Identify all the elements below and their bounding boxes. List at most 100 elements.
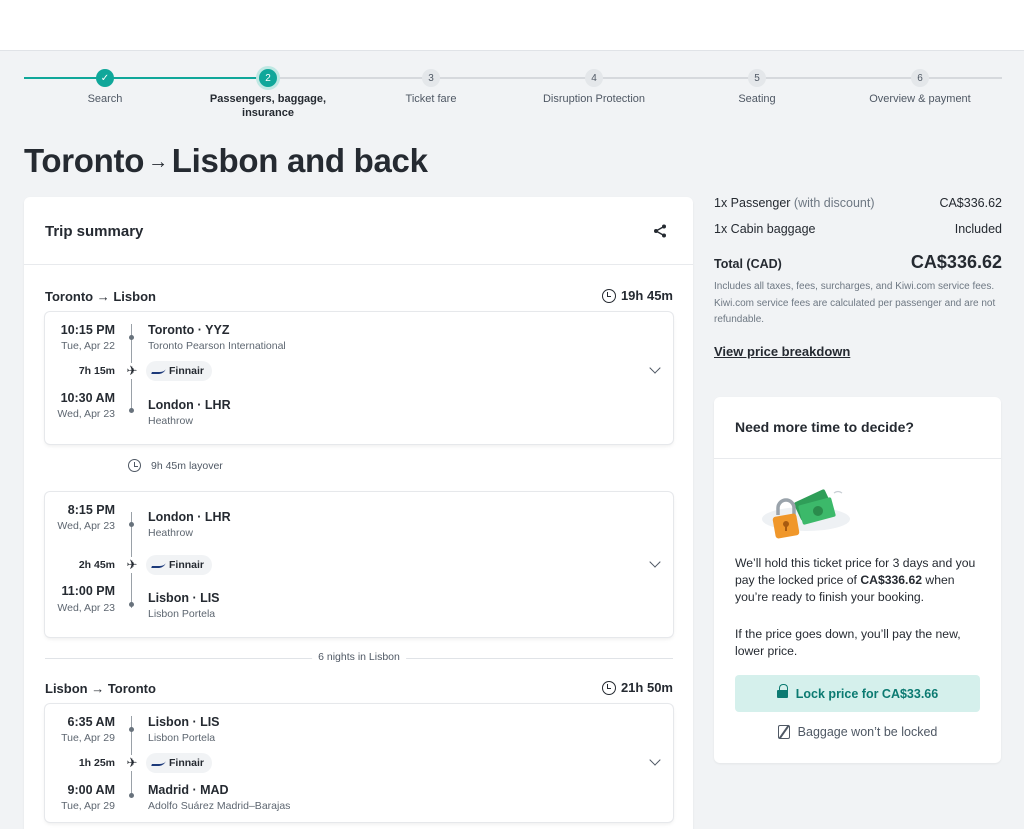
plane-icon: ✈ (125, 755, 139, 771)
step-ticket-fare: 3 Ticket fare (361, 68, 501, 106)
discount-note: (with discount) (793, 196, 875, 210)
price-lock-card: Need more time to decide? We’ll hold thi… (714, 397, 1001, 763)
airline-badge: Finnair (146, 753, 213, 773)
page-title: Toronto → Lisbon and back (24, 142, 428, 180)
airline-name: Finnair (169, 365, 205, 377)
arrival-airport: Heathrow (148, 415, 193, 427)
price-lock-title: Need more time to decide? (735, 419, 914, 435)
arrival-city: Lisbon · LIS (148, 591, 220, 605)
baggage-note-text: Baggage won’t be locked (797, 725, 938, 739)
trip-summary-title: Trip summary (45, 223, 144, 240)
airline-name: Finnair (169, 559, 205, 571)
step-overview-payment: 6 Overview & payment (850, 68, 990, 106)
plane-icon: ✈ (125, 557, 139, 573)
chevron-down-icon[interactable] (649, 754, 661, 766)
passenger-price: CA$336.62 (939, 196, 1002, 210)
baggage-crossed-icon (777, 725, 790, 739)
view-price-breakdown-link[interactable]: View price breakdown (714, 344, 850, 359)
departure-time: 8:15 PM (67, 503, 115, 517)
departure-time: 10:15 PM (60, 323, 115, 337)
lock-icon (776, 684, 788, 699)
stay-divider: 6 nights in Lisbon (45, 651, 673, 665)
step-label: Disruption Protection (542, 93, 646, 105)
departure-city: Toronto · YYZ (148, 323, 230, 337)
step-label: Overview & payment (869, 93, 971, 105)
arrival-date: Wed, Apr 23 (57, 602, 115, 614)
arrival-city: London · LHR (148, 398, 231, 412)
cabin-baggage-label: 1x Cabin baggage (714, 222, 816, 236)
route-dot (129, 408, 134, 413)
departure-city: London · LHR (148, 510, 231, 524)
price-drop-note: If the price goes down, you’ll pay the n… (735, 627, 961, 658)
flight-segment-yyz-lhr[interactable]: 10:15 PM Tue, Apr 22 Toronto · YYZ Toron… (45, 312, 673, 444)
lock-price-button[interactable]: Lock price for CA$33.66 (735, 675, 980, 712)
lock-price-label: Lock price for CA$33.66 (795, 686, 939, 701)
arrival-airport: Lisbon Portela (148, 608, 216, 620)
arrival-time: 10:30 AM (60, 391, 115, 405)
locked-money-illustration (762, 489, 850, 539)
flight-duration: 2h 45m (78, 559, 115, 571)
step-label: Search (87, 93, 123, 105)
chevron-down-icon[interactable] (649, 556, 661, 568)
flight-duration: 7h 15m (78, 365, 115, 377)
arrow-icon: → (148, 151, 168, 173)
checkmark-icon: ✓ (96, 69, 114, 87)
step-seating: 5 Seating (687, 68, 827, 106)
step-label: Ticket fare (405, 93, 457, 105)
step-search[interactable]: ✓ Search (35, 68, 175, 106)
progress-stepper: ✓ Search 2 Passengers, baggage, insuranc… (24, 68, 1002, 128)
route-dot (129, 727, 134, 732)
step-number: 4 (585, 69, 603, 87)
divider (714, 458, 1001, 459)
flight-segment-lis-mad[interactable]: 6:35 AM Tue, Apr 29 Lisbon · LIS Lisbon … (45, 704, 673, 822)
title-destination: Lisbon and back (171, 142, 428, 179)
step-passengers: 2 Passengers, baggage, insurance (198, 68, 338, 120)
arrival-date: Wed, Apr 23 (57, 408, 115, 420)
duration-text: 19h 45m (620, 288, 673, 303)
cabin-baggage-value: Included (954, 222, 1002, 236)
baggage-not-locked-note: Baggage won’t be locked (714, 725, 1001, 739)
departure-city: Lisbon · LIS (148, 715, 220, 729)
clock-icon (128, 459, 141, 472)
layover-info: 9h 45m layover (128, 459, 223, 472)
arrival-time: 9:00 AM (67, 783, 115, 797)
clock-icon (601, 680, 616, 695)
top-bar (0, 0, 1024, 51)
inbound-duration: 21h 50m (601, 680, 673, 695)
step-number: 2 (259, 69, 277, 87)
passenger-label-group: 1x Passenger (with discount) (714, 196, 875, 210)
locked-price: CA$336.62 (860, 573, 923, 587)
step-number: 3 (422, 69, 440, 87)
step-number: 5 (748, 69, 766, 87)
airline-badge: Finnair (146, 555, 213, 575)
departure-date: Tue, Apr 29 (61, 732, 115, 744)
arrival-city: Madrid · MAD (148, 783, 229, 797)
outbound-duration: 19h 45m (601, 288, 673, 303)
route-dot (129, 602, 134, 607)
departure-airport: Toronto Pearson International (148, 340, 286, 352)
plane-icon: ✈ (125, 363, 139, 379)
passenger-label: 1x Passenger (714, 196, 791, 210)
outbound-leg-title: Toronto → Lisbon (45, 289, 156, 304)
trip-summary-header: Trip summary (24, 197, 693, 265)
step-number: 6 (911, 69, 929, 87)
total-price: CA$336.62 (910, 252, 1002, 272)
route-dot (129, 522, 134, 527)
share-icon[interactable] (653, 224, 667, 238)
duration-text: 21h 50m (620, 680, 673, 695)
passenger-price-row: 1x Passenger (with discount) CA$336.62 (714, 196, 1002, 210)
departure-airport: Heathrow (148, 527, 193, 539)
flight-segment-lhr-lis[interactable]: 8:15 PM Wed, Apr 23 London · LHR Heathro… (45, 492, 673, 637)
inbound-leg-title: Lisbon → Toronto (45, 681, 156, 696)
finnair-logo-icon (151, 562, 166, 568)
departure-airport: Lisbon Portela (148, 732, 216, 744)
finnair-logo-icon (151, 368, 166, 374)
flight-duration: 1h 25m (78, 757, 115, 769)
departure-date: Wed, Apr 23 (57, 520, 115, 532)
clock-icon (601, 288, 616, 303)
chevron-down-icon[interactable] (649, 362, 661, 374)
finnair-logo-icon (151, 760, 166, 766)
cabin-baggage-row: 1x Cabin baggage Included (714, 222, 1002, 236)
route-dot (129, 793, 134, 798)
total-label: Total (CAD) (714, 257, 782, 271)
